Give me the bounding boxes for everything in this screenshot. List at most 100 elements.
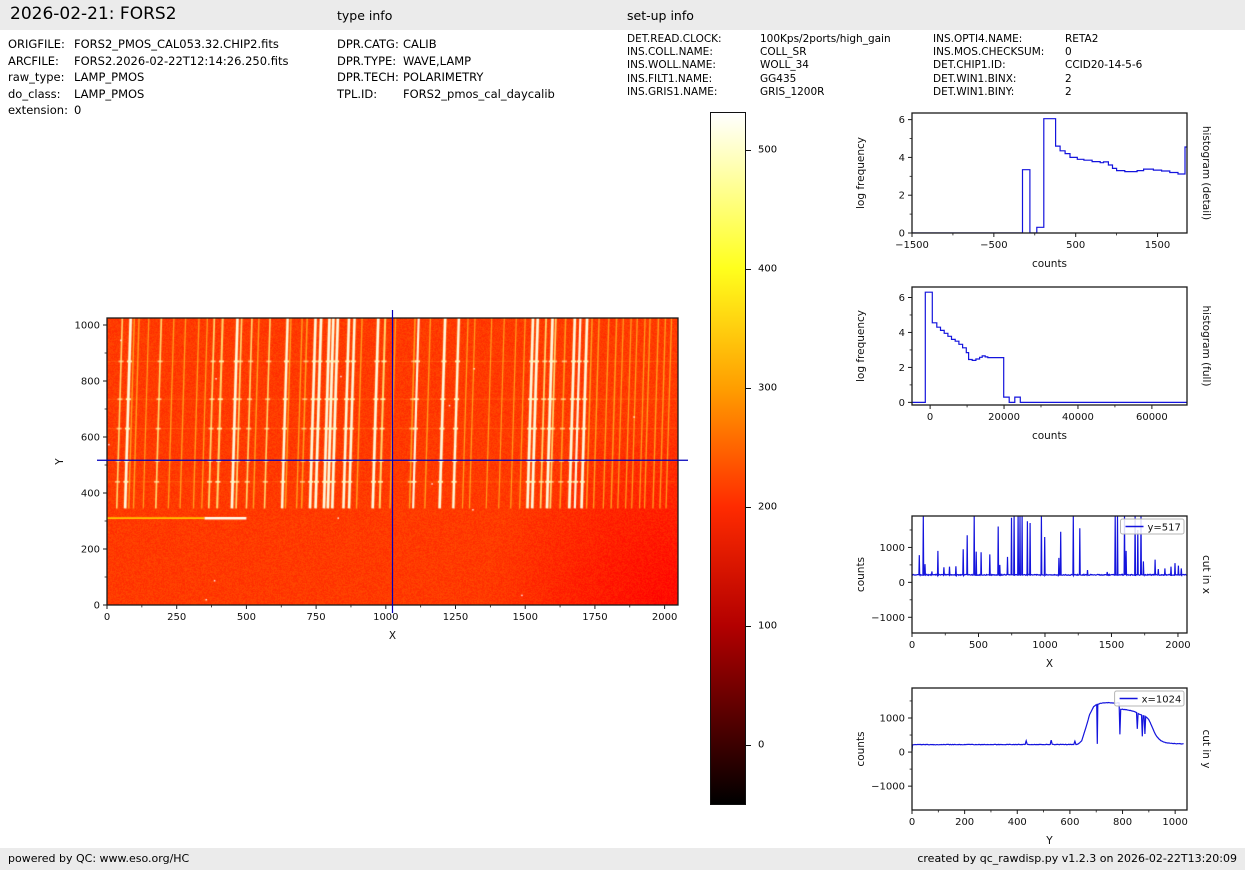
footer-created-by: created by qc_rawdisp.py v1.2.3 on 2026-… — [917, 852, 1237, 865]
histogram-full-plot: 0 20000 40000 60000 0 2 4 6 counts log frequency h… — [855, 286, 1212, 442]
y-tick-label: 0 — [899, 229, 905, 240]
plot-background — [912, 287, 1187, 405]
y-tick-label: 1000 — [880, 543, 905, 554]
x-tick-label: 0 — [104, 612, 110, 623]
x-tick-label: 20000 — [988, 412, 1020, 423]
cut-in-x-plot: 0 500 1000 1500 2000 −1000 0 1000 Xcounts cut in … — [855, 515, 1212, 670]
x-tick-label: 0 — [909, 817, 915, 828]
x-tick-label: 500 — [969, 640, 988, 651]
plot-frame — [911, 515, 1188, 634]
type-info-header: type info — [337, 8, 393, 23]
x-tick-label: 400 — [1008, 817, 1027, 828]
data-series-line — [912, 291, 1187, 403]
meta-row: do_class: LAMP_PMOS — [8, 86, 288, 103]
x-tick-label: 200 — [955, 817, 974, 828]
meta-row: DET.WIN1.BINX: 2 — [933, 73, 1142, 86]
data-series-line — [912, 701, 1184, 752]
legend-label: y=517 — [1148, 523, 1181, 534]
data-series-line — [912, 516, 1187, 578]
meta-label: DPR.TYPE: — [337, 53, 397, 68]
x-tick-label: −500 — [980, 240, 1007, 251]
meta-value: COLL_SR — [760, 46, 807, 59]
x-tick-label: 1000 — [373, 612, 398, 623]
histogram-detail-plot: −1500 −500 500 1500 0 2 4 6 counts log frequency h… — [855, 112, 1212, 270]
y-tick-label: 4 — [899, 328, 905, 339]
meta-value: FORS2_pmos_cal_daycalib — [403, 86, 555, 101]
y-tick-label: −1000 — [871, 613, 905, 624]
meta-row: DPR.TECH: POLARIMETRY — [337, 69, 555, 86]
y-tick-label: 0 — [94, 601, 100, 612]
type-info-block: DPR.CATG: CALIB DPR.TYPE: WAVE,LAMP DPR.TECH… — [337, 36, 555, 102]
colorbar-tick — [746, 268, 751, 270]
x-tick-label: 500 — [237, 612, 256, 623]
meta-label: DPR.TECH: — [337, 70, 399, 85]
y-tick-label: 2 — [899, 363, 905, 374]
x-tick-label: 1750 — [582, 612, 607, 623]
plot-right-title: histogram (detail) — [1200, 126, 1212, 220]
meta-value: RETA2 — [1065, 33, 1099, 45]
meta-label: do_class: — [8, 86, 61, 101]
meta-value: WOLL_34 — [760, 59, 809, 72]
colorbar-tick-label: 100 — [758, 620, 778, 632]
colorbar-tick — [746, 149, 751, 151]
meta-value: LAMP_PMOS — [74, 70, 145, 85]
setup-info-col2: INS.OPTI4.NAME: RETA2 INS.MOS.CHECKSUM: 0 DE… — [933, 33, 1142, 99]
meta-value: FORS2.2026-02-22T12:14:26.250.fits — [74, 53, 289, 68]
plot-background — [912, 688, 1187, 810]
colorbar-tick-label: 300 — [758, 382, 778, 394]
colorbar-gradient — [710, 112, 746, 805]
x-tick-label: −1500 — [895, 240, 929, 251]
meta-label: DET.WIN1.BINY: — [933, 85, 1015, 98]
x-tick-label: 800 — [1113, 817, 1132, 828]
meta-value: FORS2_PMOS_CAL053.32.CHIP2.fits — [74, 37, 279, 51]
x-tick-label: 40000 — [1062, 412, 1094, 423]
colorbar-tick — [746, 625, 751, 628]
meta-label: DET.CHIP1.ID: — [933, 59, 1006, 72]
x-tick-label: 2000 — [652, 612, 677, 623]
file-info-block: ORIGFILE: FORS2_PMOS_CAL053.32.CHIP2.fits… — [8, 36, 288, 119]
x-axis-label: counts — [1032, 430, 1067, 442]
header-bar: 2026-02-21: FORS2 type info set-up info — [0, 0, 1245, 30]
x-tick-label: 1500 — [1145, 240, 1170, 251]
meta-value: LAMP_PMOS — [74, 86, 145, 101]
meta-row: ARCFILE: FORS2.2026-02-22T12:14:26.250.fi… — [8, 53, 288, 70]
meta-label: INS.FILT1.NAME: — [627, 72, 713, 85]
meta-row: INS.FILT1.NAME: GG435 — [627, 73, 891, 86]
meta-label: ORIGFILE: — [8, 37, 65, 51]
y-tick-label: 0 — [899, 578, 905, 589]
colorbar-tick-label: 200 — [758, 501, 778, 513]
y-axis-label: Y — [54, 458, 66, 466]
setup-info-header: set-up info — [627, 8, 694, 23]
meta-row: ORIGFILE: FORS2_PMOS_CAL053.32.CHIP2.fits — [8, 36, 288, 53]
legend-box — [1114, 690, 1185, 707]
y-tick-label: 6 — [899, 293, 905, 304]
x-tick-label: 500 — [1066, 240, 1085, 251]
meta-label: ARCFILE: — [8, 53, 59, 68]
meta-value: GG435 — [760, 72, 797, 85]
meta-value: 2 — [1065, 72, 1072, 85]
x-tick-label: 1000 — [1032, 640, 1057, 651]
y-axis-label: log frequency — [855, 137, 867, 209]
page-title: 2026-02-21: FORS2 — [10, 4, 177, 24]
plot-right-title: histogram (full) — [1200, 306, 1212, 387]
meta-value: GRIS_1200R — [760, 85, 825, 98]
meta-label: INS.MOS.CHECKSUM: — [933, 46, 1045, 59]
meta-label: DET.WIN1.BINX: — [933, 72, 1017, 85]
y-tick-label: 6 — [899, 115, 905, 126]
x-tick-label: 600 — [1060, 817, 1079, 828]
plot-frame — [911, 286, 1188, 406]
colorbar-tick-label: 500 — [758, 144, 778, 156]
x-tick-label: 1500 — [1099, 640, 1124, 651]
x-axis-label: X — [389, 630, 396, 642]
meta-label: extension: — [8, 103, 68, 118]
meta-value: 100Kps/2ports/high_gain — [760, 33, 891, 45]
y-tick-label: 400 — [81, 489, 100, 500]
qc-rawdisp-page: 2026-02-21: FORS2 type info set-up info … — [0, 0, 1245, 870]
plot-frame — [911, 687, 1188, 811]
meta-label: INS.COLL.NAME: — [627, 46, 713, 59]
y-tick-label: −1000 — [871, 782, 905, 793]
meta-row: INS.COLL.NAME: COLL_SR — [627, 46, 891, 59]
colorbar-tick — [746, 506, 751, 509]
meta-label: DPR.CATG: — [337, 37, 399, 51]
x-tick-label: 60000 — [1136, 412, 1168, 423]
